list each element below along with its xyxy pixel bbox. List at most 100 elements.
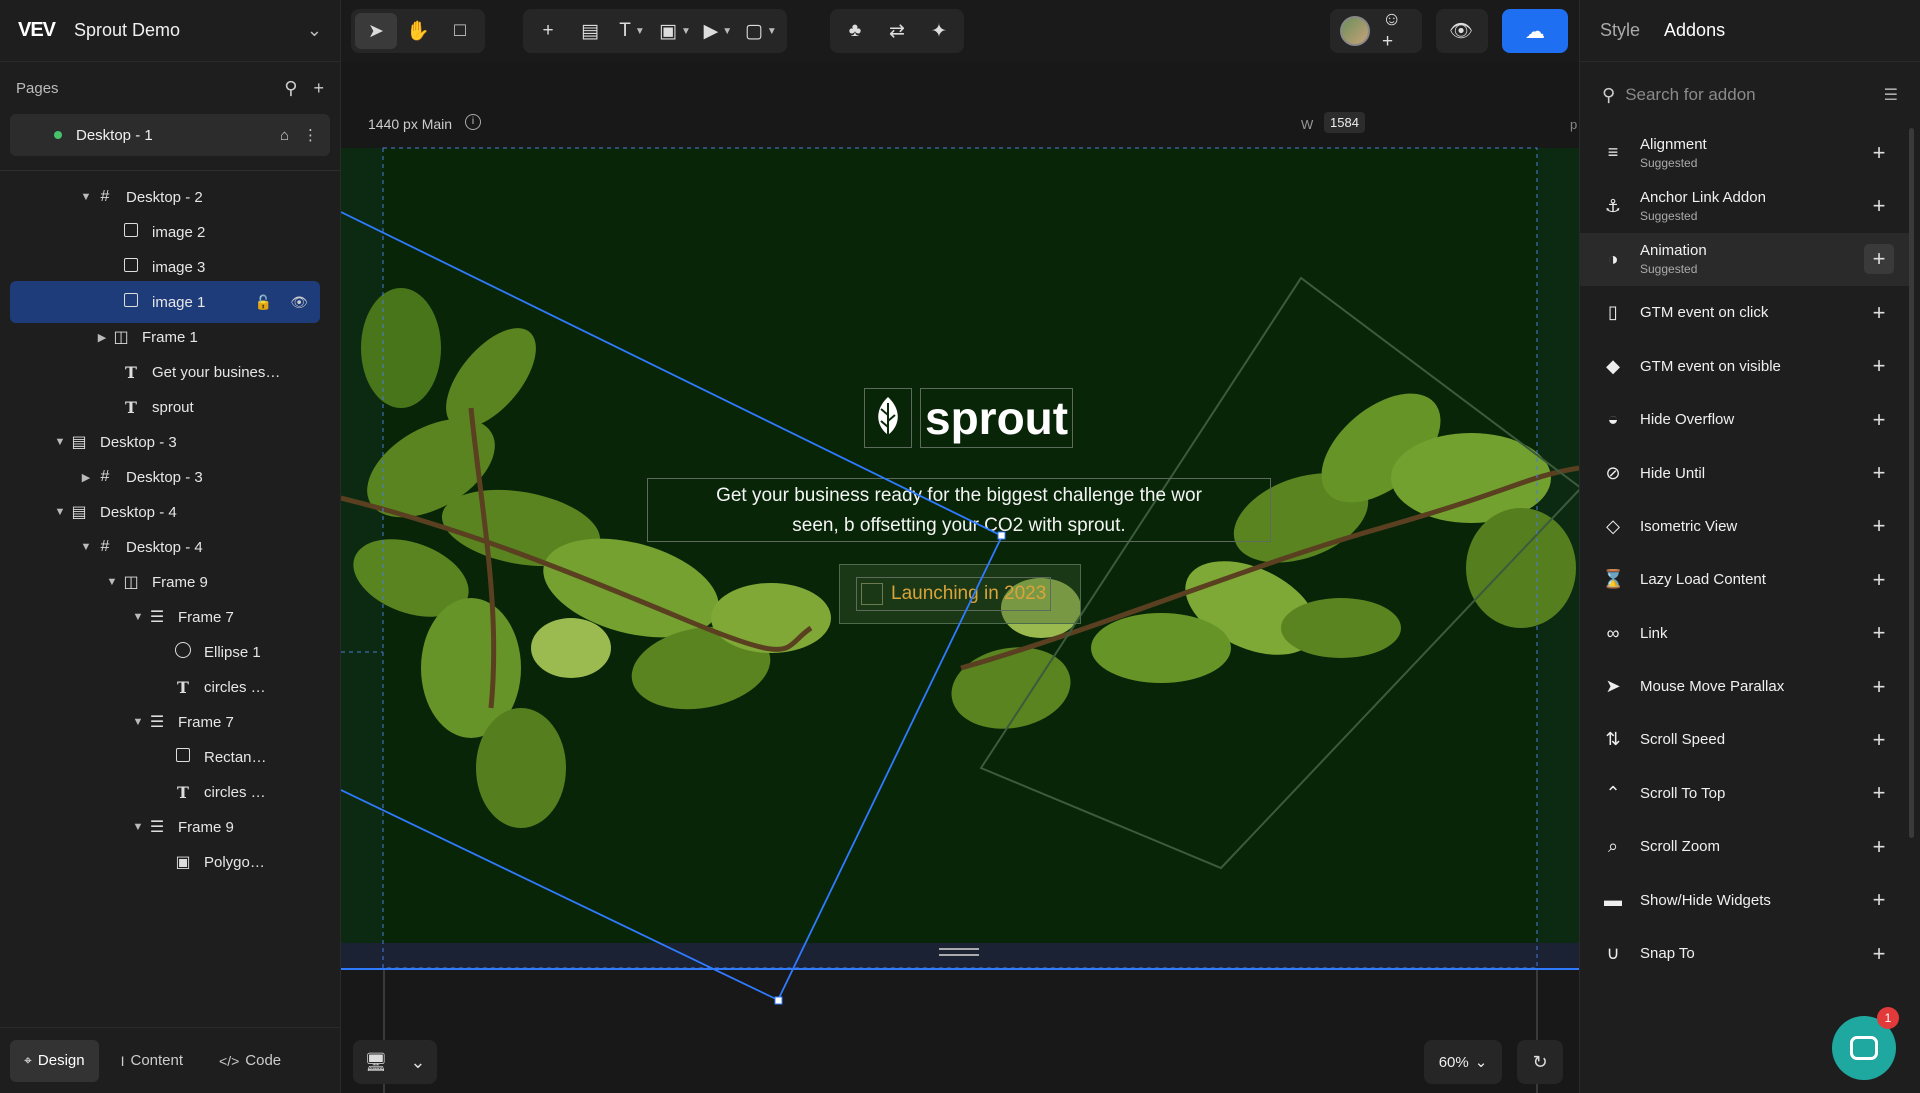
- more-icon[interactable]: ⋮: [303, 126, 318, 144]
- device-selector[interactable]: 🖥 ⌄: [353, 1040, 437, 1084]
- addon-item[interactable]: ▬ Show/Hide Widgets +: [1580, 873, 1910, 926]
- addons-icon[interactable]: ✦: [918, 13, 960, 49]
- canvas[interactable]: 1440 px Main i W 1584 p sprout Get your …: [341, 62, 1579, 1093]
- preview-eye-icon[interactable]: 👁: [1440, 13, 1482, 49]
- section-tool-icon[interactable]: ▤: [569, 13, 611, 49]
- invite-user-icon[interactable]: ☺+: [1376, 9, 1418, 52]
- add-addon-button[interactable]: +: [1864, 138, 1894, 168]
- layer-label: circles …: [204, 678, 266, 696]
- info-icon[interactable]: i: [465, 114, 481, 130]
- publish-button[interactable]: ☁: [1502, 9, 1568, 53]
- addon-item[interactable]: ∪ Snap To +: [1580, 927, 1910, 980]
- zoom-control[interactable]: 60% ⌄: [1424, 1040, 1502, 1084]
- addon-item[interactable]: ⚓ Anchor Link Addon Suggested +: [1580, 179, 1910, 232]
- caret-right-icon[interactable]: ▶: [94, 331, 110, 344]
- addon-item[interactable]: ⌕ Scroll Zoom +: [1580, 820, 1910, 873]
- addon-item[interactable]: ▯ GTM event on click +: [1580, 286, 1910, 339]
- add-tool-icon[interactable]: +: [527, 13, 569, 49]
- tagline-text[interactable]: Get your business ready for the biggest …: [647, 478, 1271, 542]
- launch-frame[interactable]: Launching in 2023: [839, 564, 1081, 624]
- add-addon-button[interactable]: +: [1864, 244, 1894, 275]
- addon-item[interactable]: ⌃ Scroll To Top +: [1580, 767, 1910, 820]
- addon-item[interactable]: ⊘ Hide Until +: [1580, 446, 1910, 499]
- frame-name[interactable]: 1440 px Main: [368, 116, 452, 132]
- caret-down-icon[interactable]: ▼: [104, 576, 120, 588]
- avatar[interactable]: [1334, 13, 1376, 49]
- search-input[interactable]: Search for addon: [1625, 85, 1883, 105]
- add-addon-button[interactable]: +: [1864, 565, 1894, 595]
- caret-down-icon[interactable]: ▼: [130, 611, 146, 623]
- video-tool-icon[interactable]: ▶ ▼: [697, 13, 739, 49]
- addon-item[interactable]: ◒ Hide Overflow +: [1580, 393, 1910, 446]
- caret-down-icon[interactable]: ▼: [130, 821, 146, 833]
- pages-label: Pages: [16, 79, 59, 97]
- refresh-button[interactable]: ↻: [1517, 1040, 1563, 1084]
- addon-item[interactable]: ⌛ Lazy Load Content +: [1580, 553, 1910, 606]
- add-addon-button[interactable]: +: [1864, 778, 1894, 808]
- chevron-down-icon[interactable]: ⌄: [307, 20, 322, 41]
- add-addon-button[interactable]: +: [1864, 298, 1894, 328]
- addon-item[interactable]: ≡ Alignment Suggested +: [1580, 126, 1910, 179]
- width-input[interactable]: 1584: [1324, 112, 1365, 133]
- brand-title: sprout: [920, 388, 1074, 448]
- add-addon-button[interactable]: +: [1864, 939, 1894, 969]
- section-resize-strip[interactable]: [341, 943, 1579, 969]
- interactions-icon[interactable]: ⇄: [876, 13, 918, 49]
- addon-text: Alignment Suggested: [1640, 136, 1864, 170]
- frame-bar: 1440 px Main i W 1584 p: [341, 109, 1579, 139]
- add-addon-button[interactable]: +: [1864, 725, 1894, 755]
- eye-icon[interactable]: 👁: [290, 294, 308, 311]
- artboard[interactable]: sprout Get your business ready for the b…: [341, 148, 1579, 969]
- add-addon-button[interactable]: +: [1864, 458, 1894, 488]
- add-addon-button[interactable]: +: [1864, 618, 1894, 648]
- addon-text: Scroll Zoom: [1640, 838, 1864, 855]
- add-addon-button[interactable]: +: [1864, 832, 1894, 862]
- addon-item[interactable]: ⇅ Scroll Speed +: [1580, 713, 1910, 766]
- resize-grip-icon[interactable]: [939, 948, 979, 956]
- add-addon-button[interactable]: +: [1864, 351, 1894, 381]
- addon-item[interactable]: ◆ GTM event on visible +: [1580, 340, 1910, 393]
- vev-logo: VEV: [18, 19, 56, 41]
- home-icon[interactable]: ⌂: [280, 127, 289, 144]
- tab-content[interactable]: I Content: [107, 1040, 197, 1082]
- caret-down-icon[interactable]: ▼: [78, 191, 94, 203]
- sprout-logo[interactable]: sprout: [864, 388, 1074, 448]
- caret-down-icon[interactable]: ▼: [52, 506, 68, 518]
- page-item-desktop-1[interactable]: Desktop - 1 ⌂ ⋮: [10, 114, 330, 156]
- tab-addons[interactable]: Addons: [1664, 20, 1725, 41]
- search-icon[interactable]: ⚲: [284, 78, 297, 99]
- add-addon-button[interactable]: +: [1864, 672, 1894, 702]
- addon-item[interactable]: ➤ Mouse Move Parallax +: [1580, 660, 1910, 713]
- filter-icon[interactable]: ☰: [1884, 85, 1898, 105]
- add-page-icon[interactable]: +: [313, 78, 324, 99]
- image-tool-icon[interactable]: ▣ ▼: [653, 13, 697, 49]
- components-icon[interactable]: ♣: [834, 13, 876, 49]
- project-header[interactable]: VEV Sprout Demo ⌄: [0, 0, 340, 62]
- layer-label: sprout: [152, 398, 194, 416]
- addon-item[interactable]: ∞ Link +: [1580, 607, 1910, 660]
- add-addon-button[interactable]: +: [1864, 191, 1894, 221]
- shape-tool-icon[interactable]: ▢ ▼: [739, 13, 783, 49]
- magnet-icon: ∪: [1606, 943, 1620, 964]
- caret-down-icon[interactable]: ▼: [130, 716, 146, 728]
- add-addon-button[interactable]: +: [1864, 405, 1894, 435]
- tab-code[interactable]: </> Code: [205, 1040, 295, 1082]
- caret-down-icon[interactable]: ▼: [78, 541, 94, 553]
- caret-right-icon[interactable]: ▶: [78, 471, 94, 484]
- addon-search[interactable]: ⚲ Search for addon ☰: [1580, 62, 1920, 128]
- addon-item[interactable]: ◑ Animation Suggested +: [1580, 232, 1910, 287]
- tab-design[interactable]: ⌖ Design: [10, 1039, 99, 1082]
- addon-item[interactable]: ◇ Isometric View +: [1580, 500, 1910, 553]
- caret-down-icon[interactable]: ▼: [52, 436, 68, 448]
- text-tool-icon[interactable]: T ▼: [611, 13, 653, 49]
- unlock-icon[interactable]: 🔓: [255, 294, 272, 311]
- add-addon-button[interactable]: +: [1864, 511, 1894, 541]
- comment-tool-icon[interactable]: □: [439, 13, 481, 49]
- layer-item[interactable]: ▣ Polygo…: [10, 841, 320, 883]
- hand-tool-icon[interactable]: ✋: [397, 13, 439, 49]
- tab-style[interactable]: Style: [1600, 20, 1640, 41]
- scrollbar[interactable]: [1909, 128, 1914, 838]
- hash-icon: #: [100, 538, 110, 555]
- add-addon-button[interactable]: +: [1864, 885, 1894, 915]
- select-tool-icon[interactable]: ➤: [355, 13, 397, 49]
